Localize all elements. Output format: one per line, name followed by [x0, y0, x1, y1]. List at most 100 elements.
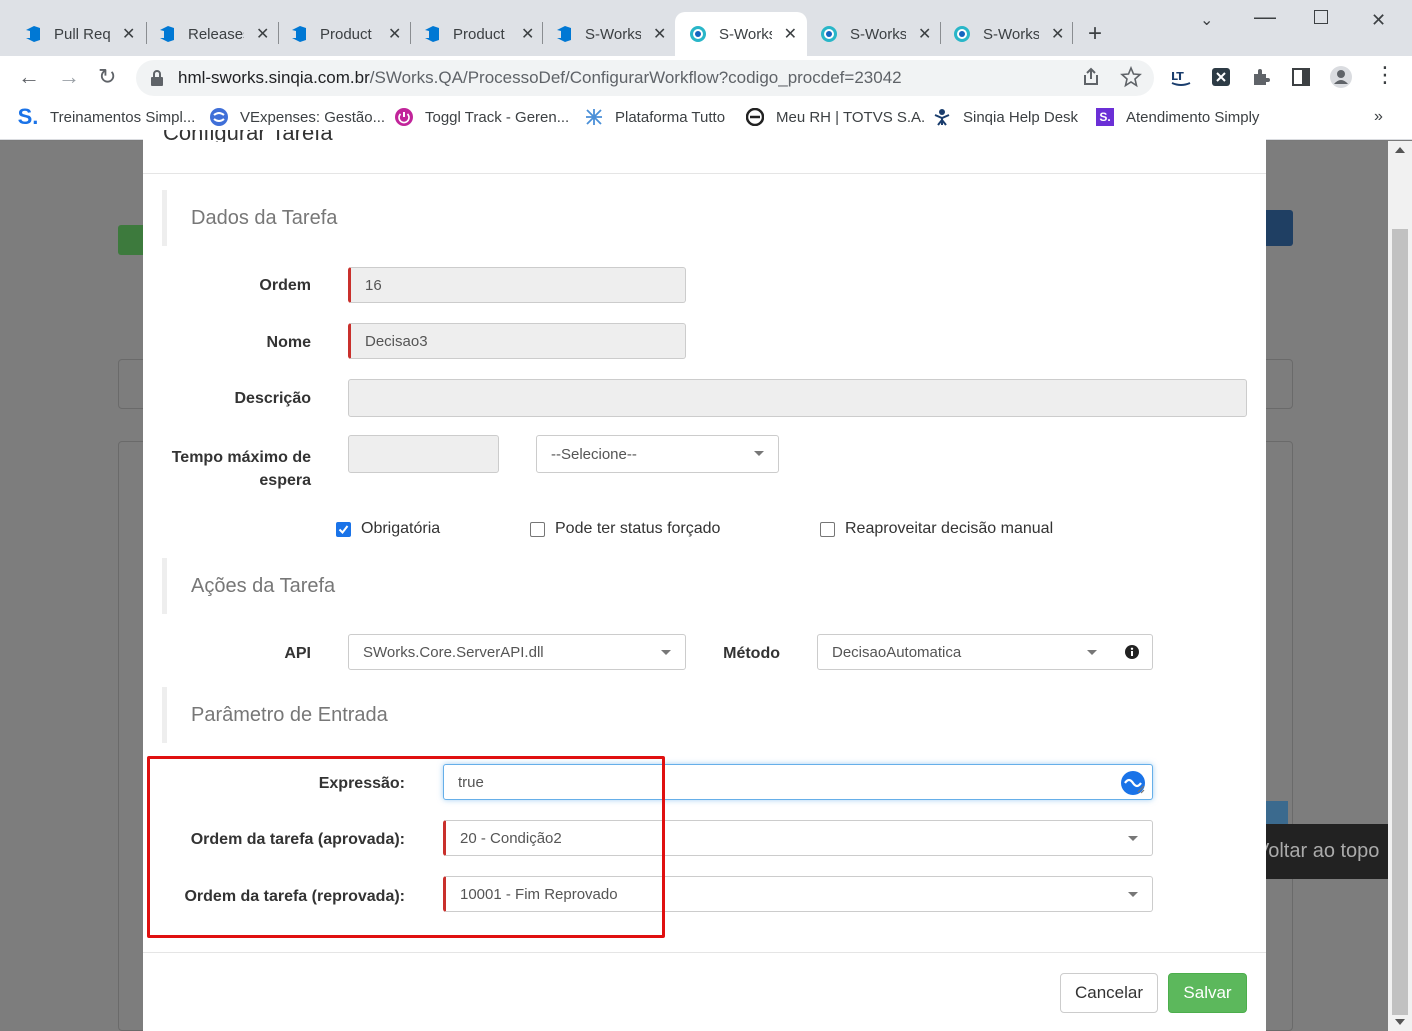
share-icon[interactable]: [1080, 66, 1102, 88]
new-tab-button[interactable]: +: [1088, 20, 1102, 48]
api-value: SWorks.Core.ServerAPI.dll: [363, 643, 544, 661]
azure-devops-icon: [425, 26, 439, 42]
tab-sworks-active[interactable]: S-Works ✕: [675, 12, 807, 56]
helpdesk-icon: [934, 109, 950, 126]
reload-button[interactable]: ↻: [98, 64, 116, 90]
bookmark-helpdesk[interactable]: Sinqia Help Desk: [933, 108, 1078, 126]
checkbox-box[interactable]: [820, 521, 835, 537]
ordem-aprovada-value: 20 - Condição2: [460, 829, 562, 847]
bookmark-label: Toggl Track - Geren...: [425, 108, 570, 126]
bookmark-totvs[interactable]: Meu RH | TOTVS S.A.: [746, 108, 925, 126]
bookmarks-overflow-button[interactable]: »: [1374, 108, 1383, 126]
checkbox-label: Pode ter status forçado: [555, 520, 721, 537]
expressao-input[interactable]: true: [443, 764, 1153, 800]
tab-sworks-4[interactable]: S-Works ✕: [929, 12, 1074, 56]
check-icon[interactable]: [336, 521, 351, 537]
totvs-icon: [746, 108, 764, 126]
forward-button[interactable]: →: [58, 64, 80, 90]
tab-product-1[interactable]: Product ✕: [266, 12, 411, 56]
address-bar[interactable]: hml-sworks.sinqia.com.br/SWorks.QA/Proce…: [136, 60, 1154, 96]
checkbox-box[interactable]: [530, 521, 545, 537]
close-icon[interactable]: ✕: [1051, 24, 1064, 44]
checkbox-label: Reaproveitar decisão manual: [845, 520, 1054, 537]
minimize-button[interactable]: —: [1254, 4, 1276, 30]
browser-menu-icon[interactable]: ⋮: [1374, 62, 1396, 88]
bookmark-label: Meu RH | TOTVS S.A.: [776, 108, 926, 126]
metodo-info-button[interactable]: [1111, 634, 1153, 670]
back-to-top-button[interactable]: Voltar ao topo: [1266, 824, 1388, 879]
tab-releases[interactable]: Releases ✕: [134, 12, 279, 56]
sworks-icon: [954, 26, 970, 42]
simply-icon: S.: [1096, 108, 1114, 126]
sworks-icon: [821, 26, 837, 42]
languagetool-icon[interactable]: LT: [1170, 66, 1192, 88]
label-ordem-aprovada: Ordem da tarefa (aprovada):: [190, 831, 405, 848]
expression-editor-icon[interactable]: [1120, 770, 1146, 796]
checkbox-reaproveitar[interactable]: Reaproveitar decisão manual: [820, 520, 1053, 538]
profile-avatar-icon[interactable]: [1330, 66, 1352, 88]
lock-icon: [151, 70, 163, 86]
bookmark-treinamentos[interactable]: S. Treinamentos Simpl...: [18, 104, 196, 129]
bookmark-vexpenses[interactable]: VExpenses: Gestão...: [210, 108, 385, 126]
bookmark-tutto[interactable]: Plataforma Tutto: [585, 108, 725, 126]
maximize-button[interactable]: [1314, 10, 1328, 24]
ordem-aprovada-select[interactable]: 20 - Condição2: [443, 820, 1153, 856]
scrollbar-thumb[interactable]: [1392, 229, 1408, 1015]
tab-pull-requests[interactable]: Pull Requ ✕: [0, 12, 145, 56]
ordem-field[interactable]: 16: [348, 267, 686, 303]
metodo-select[interactable]: DecisaoAutomatica: [817, 634, 1112, 670]
descricao-field[interactable]: [348, 379, 1247, 417]
bookmark-simply[interactable]: S. Atendimento Simply: [1096, 108, 1259, 126]
tab-sworks-1[interactable]: S-Works ✕: [531, 12, 676, 56]
ordem-reprovada-value: 10001 - Fim Reprovado: [460, 885, 618, 903]
tempo-unit-select[interactable]: --Selecione--: [536, 435, 779, 473]
window-close-button[interactable]: ✕: [1371, 10, 1386, 31]
bg-block: [1266, 801, 1288, 825]
label-tempo-line1: Tempo máximo de: [171, 449, 311, 466]
tab-search-icon[interactable]: ⌄: [1200, 10, 1213, 30]
api-select[interactable]: SWorks.Core.ServerAPI.dll: [348, 634, 686, 670]
tempo-maximo-field[interactable]: [348, 435, 499, 473]
close-icon[interactable]: ✕: [784, 24, 797, 44]
bookmark-label: Atendimento Simply: [1126, 108, 1260, 126]
excel-extension-icon[interactable]: [1210, 66, 1232, 88]
nome-field[interactable]: Decisao3: [348, 323, 686, 359]
url-path: /SWorks.QA/ProcessoDef/ConfigurarWorkflo…: [369, 68, 902, 87]
expressao-value: true: [458, 773, 484, 791]
vexpenses-icon: [210, 108, 228, 126]
chevron-down-icon: [1128, 836, 1138, 841]
chevron-down-icon: [1087, 650, 1097, 655]
bookmark-toggl[interactable]: Toggl Track - Geren...: [395, 108, 569, 126]
scroll-down-arrow-icon[interactable]: [1395, 1019, 1405, 1025]
checkbox-status-forcado[interactable]: Pode ter status forçado: [530, 520, 720, 538]
cancel-button[interactable]: Cancelar: [1060, 973, 1158, 1013]
browser-toolbar: ← → ↻ hml-sworks.sinqia.com.br/SWorks.QA…: [0, 56, 1412, 100]
azure-devops-icon: [292, 26, 306, 42]
side-panel-icon[interactable]: [1290, 66, 1312, 88]
label-nome: Nome: [266, 334, 311, 351]
bookmark-star-icon[interactable]: [1120, 66, 1142, 88]
checkbox-obrigatoria[interactable]: Obrigatória: [336, 520, 440, 538]
label-ordem-reprovada: Ordem da tarefa (reprovada):: [184, 888, 405, 905]
configure-task-modal: Configurar Tarefa Dados da Tarefa Ordem …: [143, 130, 1266, 1031]
extensions-puzzle-icon[interactable]: [1250, 66, 1272, 88]
tab-product-2[interactable]: Product ✕: [399, 12, 544, 56]
back-to-top-label: Voltar ao topo: [1266, 840, 1380, 862]
tab-label: S-Works: [585, 25, 641, 43]
ordem-reprovada-select[interactable]: 10001 - Fim Reprovado: [443, 876, 1153, 912]
tutto-icon: [586, 109, 602, 125]
url-host: hml-sworks.sinqia.com.br: [178, 68, 370, 87]
tab-strip: Pull Requ ✕ Releases ✕ Product ✕ Product…: [0, 0, 1412, 56]
back-button[interactable]: ←: [18, 64, 40, 90]
scroll-up-arrow-icon[interactable]: [1395, 147, 1405, 153]
modal-header-divider: [143, 173, 1266, 174]
save-button[interactable]: Salvar: [1168, 973, 1247, 1013]
label-metodo: Método: [723, 645, 780, 662]
tab-sworks-3[interactable]: S-Works ✕: [796, 12, 941, 56]
azure-devops-icon: [557, 26, 571, 42]
tab-label: S-Works: [983, 25, 1039, 43]
tempo-unit-value: --Selecione--: [551, 445, 637, 463]
close-icon[interactable]: ✕: [653, 24, 666, 44]
checkbox-label: Obrigatória: [361, 520, 441, 537]
page-scrollbar[interactable]: [1388, 141, 1412, 1031]
